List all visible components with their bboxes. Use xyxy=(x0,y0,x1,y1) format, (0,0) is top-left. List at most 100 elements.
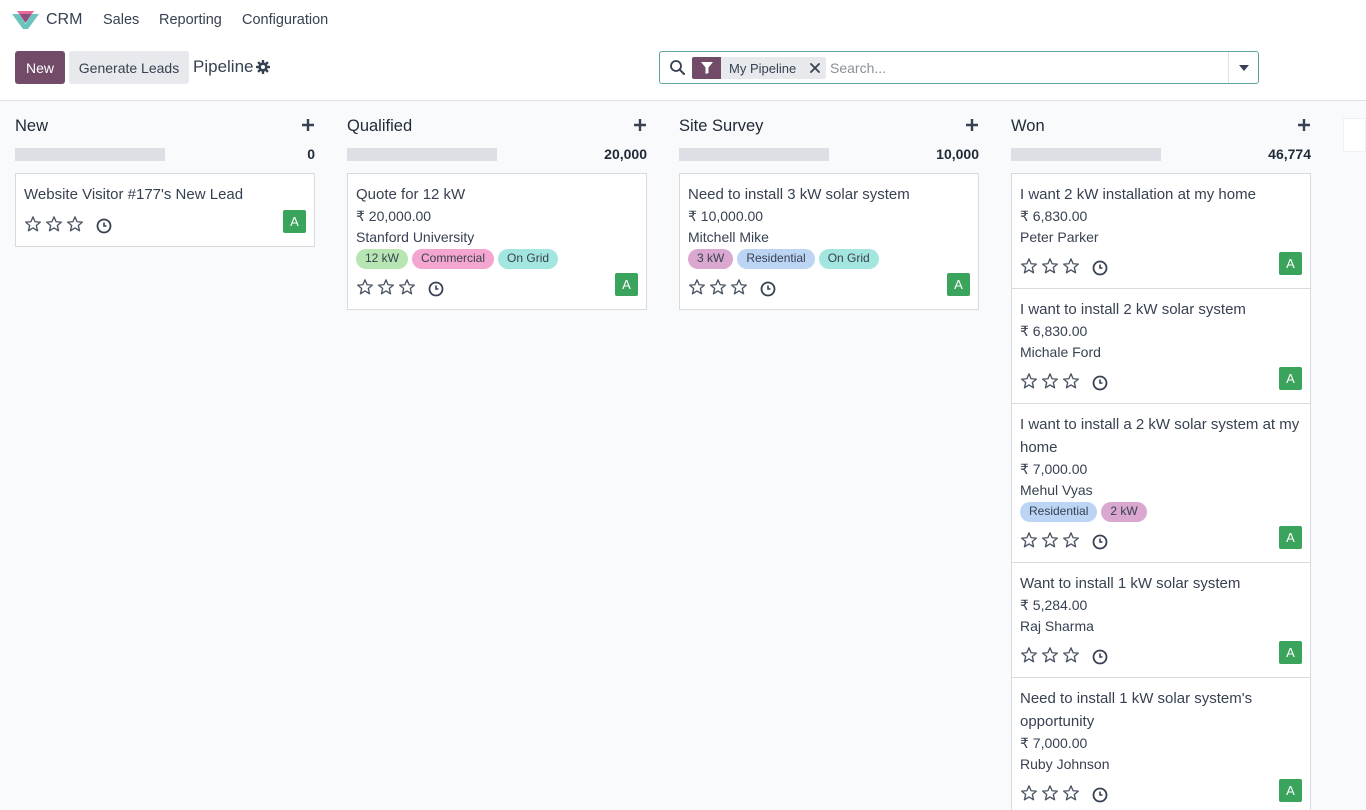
avatar[interactable]: A xyxy=(615,273,638,296)
star-icon[interactable] xyxy=(356,278,374,301)
star-icon[interactable] xyxy=(1020,531,1038,554)
priority-stars xyxy=(356,278,416,301)
star-icon[interactable] xyxy=(1020,646,1038,669)
kanban-card[interactable]: I want 2 kW installation at my home ₹ 6,8… xyxy=(1011,173,1311,289)
star-icon[interactable] xyxy=(1062,531,1080,554)
column-progress-bar[interactable] xyxy=(15,148,165,161)
star-icon[interactable] xyxy=(1041,372,1059,395)
star-icon[interactable] xyxy=(1062,372,1080,395)
star-icon[interactable] xyxy=(1041,257,1059,280)
star-icon[interactable] xyxy=(66,215,84,238)
star-icon[interactable] xyxy=(688,278,706,301)
menu-reporting[interactable]: Reporting xyxy=(159,12,222,28)
tag-badge: Residential xyxy=(1020,502,1098,522)
avatar[interactable]: A xyxy=(1279,779,1302,802)
kanban-card[interactable]: I want to install a 2 kW solar system at… xyxy=(1011,404,1311,563)
avatar[interactable]: A xyxy=(1279,526,1302,549)
card-customer: Mehul Vyas xyxy=(1020,482,1093,498)
card-tags: 3 kW Residential On Grid xyxy=(688,249,970,269)
star-icon[interactable] xyxy=(709,278,727,301)
avatar[interactable]: A xyxy=(283,210,306,233)
column-title[interactable]: New xyxy=(15,117,48,136)
kanban-card[interactable]: Quote for 12 kW ₹ 20,000.00 Stanford Unive… xyxy=(347,173,647,310)
search-input[interactable] xyxy=(830,56,1220,79)
column-total: 46,774 xyxy=(1268,146,1311,162)
star-icon[interactable] xyxy=(398,278,416,301)
column-title[interactable]: Qualified xyxy=(347,117,412,136)
crm-logo-icon[interactable] xyxy=(12,11,39,29)
card-footer: A xyxy=(356,273,638,301)
star-icon[interactable] xyxy=(45,215,63,238)
filter-icon xyxy=(692,57,721,79)
app-name[interactable]: CRM xyxy=(46,11,82,29)
card-title: Want to install 1 kW solar system xyxy=(1020,575,1241,592)
card-amount: ₹ 6,830.00 xyxy=(1020,208,1088,224)
clock-icon[interactable] xyxy=(428,281,444,297)
kanban-board: New 0 Website Visitor #177's New Lead A Qual… xyxy=(0,101,1366,810)
plus-icon[interactable] xyxy=(965,118,979,132)
kanban-card[interactable]: Want to install 1 kW solar system ₹ 5,284… xyxy=(1011,563,1311,678)
avatar[interactable]: A xyxy=(947,273,970,296)
gear-icon[interactable] xyxy=(256,60,270,74)
control-panel: New Generate Leads Pipeline My Pipeline xyxy=(0,40,1366,101)
menu-configuration[interactable]: Configuration xyxy=(242,12,328,28)
star-icon[interactable] xyxy=(1041,646,1059,669)
kanban-card[interactable]: I want to install 2 kW solar system ₹ 6,8… xyxy=(1011,289,1311,404)
card-list: I want 2 kW installation at my home ₹ 6,8… xyxy=(1011,173,1311,810)
kanban-card[interactable]: Need to install 1 kW solar system's oppo… xyxy=(1011,678,1311,810)
card-amount: ₹ 7,000.00 xyxy=(1020,735,1088,751)
avatar[interactable]: A xyxy=(1279,252,1302,275)
star-icon[interactable] xyxy=(1020,784,1038,807)
card-customer: Peter Parker xyxy=(1020,229,1099,245)
kanban-card[interactable]: Website Visitor #177's New Lead A xyxy=(15,173,315,247)
search-icon[interactable] xyxy=(669,59,686,76)
avatar[interactable]: A xyxy=(1279,367,1302,390)
clock-icon[interactable] xyxy=(96,218,112,234)
card-footer: A xyxy=(1020,252,1302,280)
top-navbar: CRM Sales Reporting Configuration xyxy=(0,0,1366,40)
generate-leads-button[interactable]: Generate Leads xyxy=(69,51,189,84)
card-customer: Stanford University xyxy=(356,229,475,245)
clock-icon[interactable] xyxy=(1092,787,1108,803)
column-progress-bar[interactable] xyxy=(679,148,829,161)
star-icon[interactable] xyxy=(1062,646,1080,669)
column-progress-bar[interactable] xyxy=(347,148,497,161)
add-column-stub[interactable] xyxy=(1343,118,1366,152)
clock-icon[interactable] xyxy=(1092,649,1108,665)
star-icon[interactable] xyxy=(1062,784,1080,807)
star-icon[interactable] xyxy=(1020,257,1038,280)
star-icon[interactable] xyxy=(377,278,395,301)
plus-icon[interactable] xyxy=(301,118,315,132)
clock-icon[interactable] xyxy=(1092,260,1108,276)
clock-icon[interactable] xyxy=(1092,375,1108,391)
close-icon[interactable] xyxy=(804,57,826,79)
card-title: I want 2 kW installation at my home xyxy=(1020,186,1256,203)
card-title: Quote for 12 kW xyxy=(356,186,466,203)
star-icon[interactable] xyxy=(1041,784,1059,807)
star-icon[interactable] xyxy=(24,215,42,238)
search-options-toggle[interactable] xyxy=(1228,52,1258,83)
star-icon[interactable] xyxy=(1020,372,1038,395)
column-total: 10,000 xyxy=(936,146,979,162)
plus-icon[interactable] xyxy=(1297,118,1311,132)
kanban-card[interactable]: Need to install 3 kW solar system ₹ 10,00… xyxy=(679,173,979,310)
card-amount: ₹ 10,000.00 xyxy=(688,208,764,224)
clock-icon[interactable] xyxy=(1092,534,1108,550)
tag-badge: On Grid xyxy=(818,249,879,269)
clock-icon[interactable] xyxy=(760,281,776,297)
tag-badge: Commercial xyxy=(412,249,495,269)
column-progress-bar[interactable] xyxy=(1011,148,1161,161)
card-title: Website Visitor #177's New Lead xyxy=(24,186,244,203)
priority-stars xyxy=(1020,257,1080,280)
star-icon[interactable] xyxy=(730,278,748,301)
avatar[interactable]: A xyxy=(1279,641,1302,664)
column-total: 20,000 xyxy=(604,146,647,162)
column-title[interactable]: Site Survey xyxy=(679,117,763,136)
plus-icon[interactable] xyxy=(633,118,647,132)
star-icon[interactable] xyxy=(1062,257,1080,280)
star-icon[interactable] xyxy=(1041,531,1059,554)
menu-sales[interactable]: Sales xyxy=(103,12,139,28)
card-customer: Ruby Johnson xyxy=(1020,756,1110,772)
column-title[interactable]: Won xyxy=(1011,117,1045,136)
new-button[interactable]: New xyxy=(15,51,65,84)
